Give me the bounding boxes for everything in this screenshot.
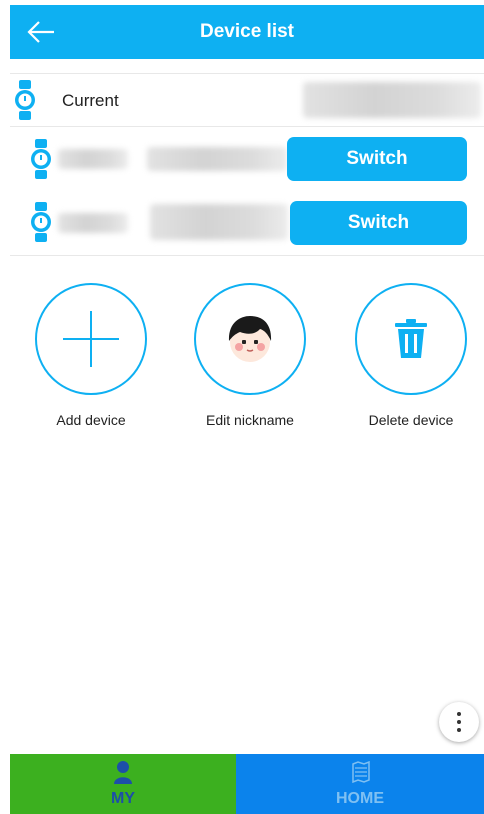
plus-icon bbox=[63, 311, 119, 367]
nav-my-label: MY bbox=[111, 790, 135, 807]
device-row: Switch bbox=[10, 191, 484, 254]
add-device-label: Add device bbox=[56, 412, 126, 428]
home-map-icon bbox=[352, 761, 370, 783]
nav-home-label: HOME bbox=[336, 790, 384, 807]
switch-button[interactable]: Switch bbox=[287, 137, 467, 181]
edit-nickname-button[interactable] bbox=[194, 283, 306, 395]
user-icon bbox=[114, 761, 132, 784]
more-options-button[interactable] bbox=[439, 702, 479, 742]
page-title: Device list bbox=[200, 21, 294, 42]
trash-icon bbox=[395, 319, 427, 358]
delete-device-button[interactable] bbox=[355, 283, 467, 395]
redacted-device-name bbox=[58, 149, 128, 169]
edit-nickname-action[interactable]: Edit nickname bbox=[180, 283, 320, 428]
redacted-device-name bbox=[58, 213, 128, 233]
watch-icon bbox=[15, 80, 35, 120]
delete-device-action[interactable]: Delete device bbox=[341, 283, 481, 428]
divider bbox=[10, 255, 484, 256]
redacted-device-info bbox=[303, 82, 481, 118]
current-label: Current bbox=[62, 91, 119, 110]
edit-nickname-label: Edit nickname bbox=[206, 412, 294, 428]
switch-button[interactable]: Switch bbox=[290, 201, 467, 245]
delete-device-label: Delete device bbox=[368, 412, 454, 428]
app-screen: Device list Current Switch Switch Add de… bbox=[10, 5, 484, 814]
header-bar: Device list bbox=[10, 5, 484, 59]
nav-tab-home[interactable]: HOME bbox=[236, 754, 484, 814]
redacted-device-id bbox=[147, 147, 287, 171]
avatar-icon bbox=[228, 316, 272, 362]
nav-tab-my[interactable]: MY bbox=[10, 754, 236, 814]
watch-icon bbox=[31, 139, 51, 179]
redacted-device-id bbox=[150, 204, 288, 240]
bottom-nav: MY HOME bbox=[10, 754, 484, 814]
watch-icon bbox=[31, 202, 51, 242]
add-device-action[interactable]: Add device bbox=[21, 283, 161, 428]
current-device-row: Current bbox=[10, 74, 484, 126]
add-device-button[interactable] bbox=[35, 283, 147, 395]
device-row: Switch bbox=[10, 127, 484, 190]
